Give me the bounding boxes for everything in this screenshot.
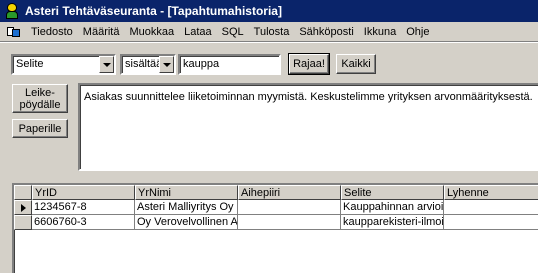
table-row[interactable]: 6606760-3 Oy Verovelvollinen A kaupparek…: [14, 215, 538, 230]
app-logo-icon: [4, 3, 20, 19]
column-header-lyhenne[interactable]: Lyhenne: [444, 185, 538, 200]
menu-bar: Tiedosto Määritä Muokkaa Lataa SQL Tulos…: [0, 22, 538, 41]
menu-sql[interactable]: SQL: [217, 26, 249, 38]
menu-maarita[interactable]: Määritä: [78, 26, 125, 38]
chevron-down-icon[interactable]: [159, 56, 174, 73]
table-header-row: YrID YrNimi Aihepiiri Selite Lyhenne: [14, 185, 538, 200]
filter-value-text: kauppa: [183, 58, 220, 70]
cell-yrnimi[interactable]: Asteri Malliyritys Oy: [135, 200, 238, 215]
cell-lyhenne[interactable]: [444, 215, 538, 230]
document-window-icon[interactable]: [6, 25, 22, 38]
history-table[interactable]: YrID YrNimi Aihepiiri Selite Lyhenne 123…: [12, 183, 538, 273]
table-row[interactable]: 1234567-8 Asteri Malliyritys Oy Kauppahi…: [14, 200, 538, 215]
show-all-button[interactable]: Kaikki: [336, 54, 376, 74]
column-header-aihepiiri[interactable]: Aihepiiri: [238, 185, 341, 200]
toolbar-separator: [0, 41, 538, 43]
apply-filter-button[interactable]: Rajaa!: [288, 53, 330, 75]
menu-ohje[interactable]: Ohje: [401, 26, 434, 38]
menu-sahkoposti[interactable]: Sähköposti: [294, 26, 358, 38]
description-memo[interactable]: Asiakas suunnittelee liiketoiminnan myym…: [78, 83, 538, 171]
menu-lataa[interactable]: Lataa: [179, 26, 217, 38]
row-indicator[interactable]: [14, 215, 32, 230]
column-header-selite[interactable]: Selite: [341, 185, 444, 200]
cell-lyhenne[interactable]: [444, 200, 538, 215]
filter-value-input[interactable]: kauppa: [178, 54, 281, 75]
filter-field-value: Selite: [16, 58, 44, 70]
copy-to-clipboard-button[interactable]: Leike- pöydälle: [12, 84, 68, 113]
print-to-paper-button[interactable]: Paperille: [12, 119, 68, 138]
menu-muokkaa[interactable]: Muokkaa: [124, 26, 179, 38]
window-title: Asteri Tehtäväseuranta - [Tapahtumahisto…: [25, 4, 282, 18]
row-indicator-header: [14, 185, 32, 200]
menu-ikkuna[interactable]: Ikkuna: [359, 26, 401, 38]
filter-field-select[interactable]: Selite: [11, 54, 116, 75]
cell-aihepiiri[interactable]: [238, 200, 341, 215]
cell-aihepiiri[interactable]: [238, 215, 341, 230]
cell-yrid[interactable]: 1234567-8: [32, 200, 135, 215]
row-indicator[interactable]: [14, 200, 32, 215]
cell-selite[interactable]: Kauppahinnan arvioi: [341, 200, 444, 215]
current-row-arrow-icon: [21, 204, 26, 212]
title-bar: Asteri Tehtäväseuranta - [Tapahtumahisto…: [0, 0, 538, 22]
filter-operator-select[interactable]: sisältää: [120, 54, 176, 75]
column-header-yrid[interactable]: YrID: [32, 185, 135, 200]
menu-tulosta[interactable]: Tulosta: [249, 26, 295, 38]
cell-yrnimi[interactable]: Oy Verovelvollinen A: [135, 215, 238, 230]
column-header-yrnimi[interactable]: YrNimi: [135, 185, 238, 200]
cell-selite[interactable]: kaupparekisteri-ilmoit: [341, 215, 444, 230]
menu-tiedosto[interactable]: Tiedosto: [26, 26, 78, 38]
cell-yrid[interactable]: 6606760-3: [32, 215, 135, 230]
memo-text: Asiakas suunnittelee liiketoiminnan myym…: [84, 91, 533, 103]
filter-operator-value: sisältää: [125, 58, 161, 70]
chevron-down-icon[interactable]: [99, 56, 114, 73]
